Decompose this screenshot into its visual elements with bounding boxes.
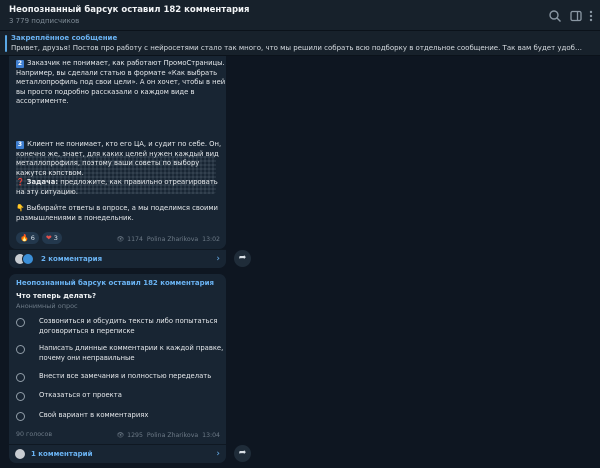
pointing-hand-icon: 👇 bbox=[16, 204, 25, 212]
pinned-message[interactable]: Закреплённое сообщение Привет, друзья! П… bbox=[0, 31, 600, 56]
subscriber-count: 3 779 подписчиков bbox=[9, 17, 80, 25]
number-3-icon: 3 bbox=[16, 141, 24, 149]
eye-icon: 👁 bbox=[116, 432, 125, 439]
comments-label: 1 комментарий bbox=[31, 450, 93, 458]
chevron-right-icon: › bbox=[216, 449, 220, 459]
radio-icon[interactable] bbox=[16, 318, 25, 327]
commenter-avatar bbox=[22, 253, 34, 265]
question-mark-icon: ❓ bbox=[16, 178, 25, 186]
reaction-heart[interactable]: ❤ 3 bbox=[41, 232, 62, 244]
eye-icon: 👁 bbox=[116, 236, 125, 243]
message-bubble[interactable]: 2 Заказчик не понимает, как работают Про… bbox=[9, 56, 226, 249]
timestamp: 13:04 bbox=[202, 431, 220, 439]
poll-question: Что теперь делать? bbox=[16, 292, 97, 300]
forward-icon: ➦ bbox=[238, 448, 247, 458]
channel-title[interactable]: Неопознанный барсук оставил 182 коммента… bbox=[9, 5, 249, 15]
vote-count: 90 голосов bbox=[16, 431, 53, 438]
heart-icon: ❤ bbox=[45, 234, 52, 242]
fire-icon: 🔥 bbox=[20, 234, 29, 242]
poll-type: Анонимный опрос bbox=[16, 302, 78, 310]
commenter-avatar bbox=[14, 448, 26, 460]
message-meta: 👁 1295 Polina Zharikova 13:04 bbox=[116, 431, 220, 440]
poll-option[interactable]: Написать длинные комментарии к каждой пр… bbox=[16, 344, 223, 364]
comments-button[interactable]: 2 комментария › bbox=[9, 249, 226, 268]
poll-message-bubble[interactable]: Неопознанный барсук оставил 182 коммента… bbox=[9, 274, 226, 444]
radio-icon[interactable] bbox=[16, 345, 25, 354]
forward-icon: ➦ bbox=[238, 253, 247, 263]
message-meta: 👁 1174 Polina Zharikova 13:02 bbox=[116, 235, 220, 244]
poll-option[interactable]: Отказаться от проекта bbox=[16, 391, 221, 402]
pinned-title: Закреплённое сообщение bbox=[11, 34, 118, 42]
chevron-right-icon: › bbox=[216, 254, 220, 264]
timestamp: 13:02 bbox=[202, 235, 220, 243]
message-author[interactable]: Неопознанный барсук оставил 182 коммента… bbox=[16, 279, 214, 287]
view-count: 1174 bbox=[127, 235, 143, 243]
poll-call-paragraph: 👇 Выбирайте ответы в опросе, а мы подели… bbox=[16, 204, 218, 222]
author-signature: Polina Zharikova bbox=[146, 431, 199, 439]
comments-button[interactable]: 1 комментарий › bbox=[9, 444, 226, 463]
sidebar-icon[interactable] bbox=[569, 8, 583, 22]
radio-icon[interactable] bbox=[16, 373, 25, 382]
task-paragraph: ❓ Задача: предложите, как правильно отре… bbox=[16, 178, 218, 196]
forward-button[interactable]: ➦ bbox=[234, 445, 251, 462]
number-2-icon: 2 bbox=[16, 60, 24, 68]
chat-header[interactable]: Неопознанный барсук оставил 182 коммента… bbox=[0, 0, 600, 31]
view-count: 1295 bbox=[127, 431, 143, 439]
reaction-fire[interactable]: 🔥 6 bbox=[16, 232, 39, 244]
radio-icon[interactable] bbox=[16, 392, 25, 401]
poll-option[interactable]: Свой вариант в комментариях bbox=[16, 411, 221, 422]
reactions: 🔥 6 ❤ 3 bbox=[16, 232, 65, 244]
radio-icon[interactable] bbox=[16, 412, 25, 421]
more-icon[interactable] bbox=[587, 8, 595, 22]
forward-button[interactable]: ➦ bbox=[234, 250, 251, 267]
paragraph-2: 2 Заказчик не понимает, как работают Про… bbox=[16, 59, 226, 105]
poll-option[interactable]: Созвониться и обсудить тексты либо попыт… bbox=[16, 317, 221, 337]
pinned-accent-bar bbox=[5, 35, 7, 52]
comments-label: 2 комментария bbox=[41, 255, 103, 263]
pinned-text: Привет, друзья! Постов про работу с нейр… bbox=[11, 44, 586, 52]
poll-option[interactable]: Внести все замечания и полностью передел… bbox=[16, 372, 221, 383]
paragraph-3: 3 Клиент не понимает, кто его ЦА, и суди… bbox=[16, 140, 222, 177]
author-signature: Polina Zharikova bbox=[146, 235, 199, 243]
search-icon[interactable] bbox=[548, 8, 562, 22]
